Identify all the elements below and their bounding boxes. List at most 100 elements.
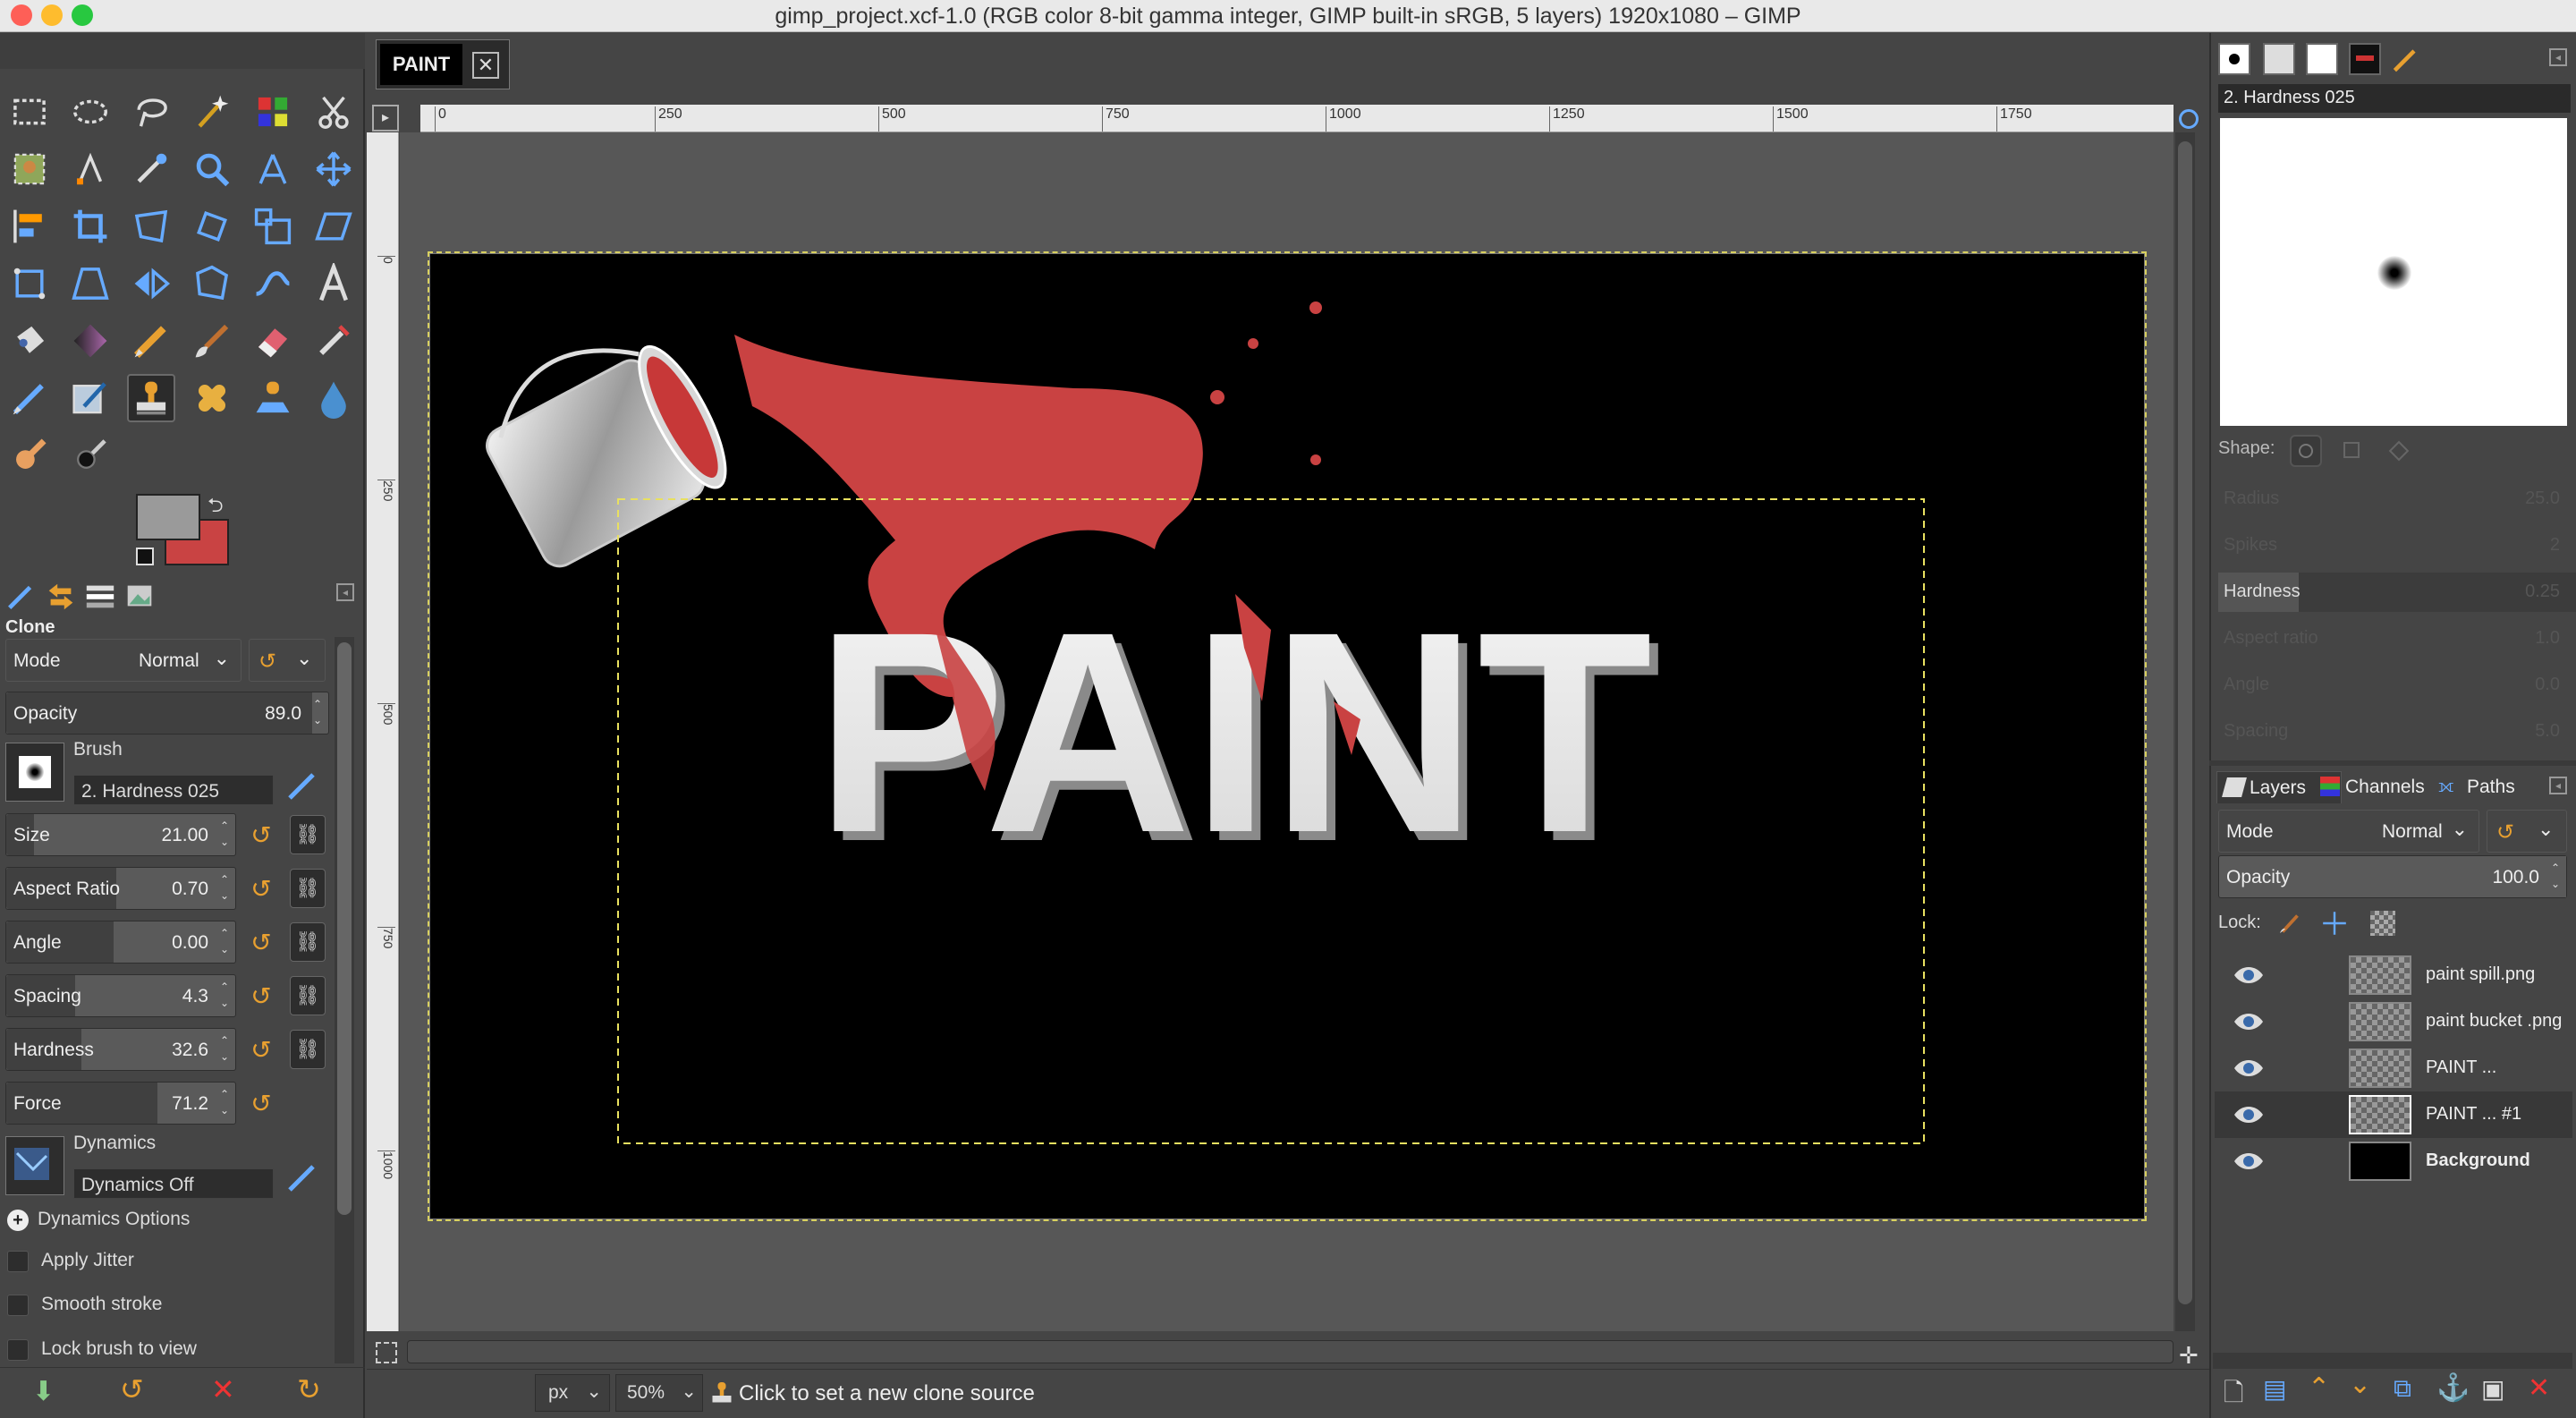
eye-icon[interactable] (2233, 1102, 2265, 1133)
layer-mode-dropdown[interactable]: Mode Normal ⌄ (2218, 810, 2479, 853)
layer-row[interactable]: PAINT ... #1 (2215, 1091, 2572, 1138)
force-reset-icon[interactable]: ↺ (243, 1085, 279, 1121)
raise-layer-icon[interactable]: ⌃ (2308, 1372, 2330, 1404)
restore-options-icon[interactable]: ↺ (120, 1372, 144, 1406)
heal-tool[interactable] (188, 374, 236, 422)
perspective-clone-tool[interactable] (249, 374, 297, 422)
ink-tool[interactable] (5, 374, 54, 422)
lock-pixels-icon[interactable] (2277, 909, 2304, 941)
tab-paint-dynamics[interactable] (2390, 43, 2422, 81)
canvas-horizontal-scrollbar[interactable] (407, 1340, 2174, 1363)
ellipse-select-tool[interactable] (66, 88, 114, 136)
dynamics-preview-button[interactable] (5, 1136, 64, 1195)
blur-tool[interactable] (309, 374, 358, 422)
mode-dropdown[interactable]: Mode Normal ⌄ (5, 639, 242, 682)
spacing-stepper[interactable]: ⌃ ⌄ (216, 979, 233, 1015)
tab-channels[interactable]: Channels (2318, 771, 2433, 803)
scale-tool[interactable] (249, 202, 297, 250)
new-layer-group-icon[interactable]: ▤ (2263, 1374, 2286, 1404)
airbrush-tool[interactable] (309, 317, 358, 365)
angle-reset-icon[interactable]: ↺ (243, 924, 279, 960)
tab-paths[interactable]: ⟗ Paths (2436, 771, 2529, 803)
quick-mask-menu-icon[interactable]: ▸ (372, 105, 399, 132)
shear-tool[interactable] (309, 202, 358, 250)
align-tool[interactable] (5, 202, 54, 250)
smudge-tool[interactable] (5, 431, 54, 480)
eye-icon[interactable] (2233, 1056, 2265, 1086)
paths-tool[interactable] (66, 145, 114, 193)
brush-name-field[interactable]: 2. Hardness 025 (73, 775, 274, 805)
aspect-ratio-reset-icon[interactable]: ↺ (243, 870, 279, 906)
rotate-tool[interactable] (188, 202, 236, 250)
angle-slider[interactable]: Angle 0.00 ⌃ ⌄ (5, 921, 236, 964)
shape-circle-button[interactable] (2290, 435, 2322, 467)
delete-options-icon[interactable]: ✕ (211, 1372, 235, 1406)
tab-tool-options[interactable] (2, 576, 41, 616)
move-tool[interactable] (309, 145, 358, 193)
hardness-link-button[interactable]: ⛓ (290, 1030, 326, 1069)
apply-jitter-checkbox[interactable] (7, 1251, 29, 1272)
dock-separator[interactable] (2209, 760, 2576, 766)
paintbrush-tool[interactable] (188, 317, 236, 365)
rect-select-tool[interactable] (5, 88, 54, 136)
navigate-icon[interactable] (376, 1342, 397, 1363)
brush-preview-button[interactable] (5, 743, 64, 802)
delete-layer-icon[interactable]: ✕ (2528, 1372, 2550, 1404)
warp-transform-tool[interactable] (249, 259, 297, 308)
mode-reset-dropdown[interactable]: ↺ ⌄ (249, 639, 326, 682)
measure-tool[interactable] (249, 145, 297, 193)
dodge-burn-tool[interactable] (66, 431, 114, 480)
lower-layer-icon[interactable]: ⌄ (2349, 1369, 2371, 1400)
hardness-slider[interactable]: Hardness 32.6 ⌃ ⌄ (5, 1028, 236, 1071)
select-by-color-tool[interactable] (249, 88, 297, 136)
unit-dropdown[interactable]: px ⌄ (535, 1374, 610, 1412)
foreground-color-swatch[interactable] (136, 494, 200, 540)
smooth-stroke-checkbox[interactable] (7, 1295, 29, 1316)
vertical-ruler[interactable]: 0 250 500 750 1000 (367, 132, 399, 1331)
tool-options-scrollbar[interactable] (335, 637, 354, 1363)
tab-fonts[interactable] (2306, 43, 2338, 75)
opacity-slider[interactable]: Opacity 89.0 ⌃ ⌄ (5, 692, 329, 734)
pencil-tool[interactable] (127, 317, 175, 365)
layer-opacity-slider[interactable]: Opacity 100.0 ⌃ ⌄ (2218, 855, 2567, 898)
layer-thumbnail[interactable] (2349, 1095, 2411, 1134)
layer-name[interactable]: PAINT ... #1 (2426, 1104, 2521, 1125)
angle-stepper[interactable]: ⌃ ⌄ (216, 925, 233, 961)
layer-row[interactable]: paint bucket .png (2215, 998, 2572, 1045)
fuzzy-select-tool[interactable] (188, 88, 236, 136)
mask-layer-icon[interactable]: ▣ (2481, 1374, 2504, 1404)
configure-tab-icon[interactable]: ◂ (336, 583, 354, 601)
size-stepper[interactable]: ⌃ ⌄ (216, 818, 233, 853)
dynamics-options-expander[interactable]: Dynamics Options (38, 1209, 190, 1230)
anchor-layer-icon[interactable]: ⚓ (2436, 1372, 2470, 1404)
layer-name[interactable]: paint bucket .png (2426, 1011, 2562, 1032)
close-image-tab-icon[interactable]: ✕ (472, 52, 499, 79)
shape-diamond-button[interactable] (2383, 435, 2415, 467)
color-picker-tool[interactable] (127, 145, 175, 193)
eye-icon[interactable] (2233, 963, 2265, 993)
bucket-fill-tool[interactable] (5, 317, 54, 365)
unified-transform-tool[interactable] (127, 202, 175, 250)
spacing-slider[interactable]: Spacing 4.3 ⌃ ⌄ (5, 974, 236, 1017)
force-stepper[interactable]: ⌃ ⌄ (216, 1086, 233, 1122)
eraser-tool[interactable] (249, 317, 297, 365)
layer-mode-reset-dropdown[interactable]: ↺ ⌄ (2487, 810, 2567, 853)
tab-device-status[interactable] (80, 576, 120, 616)
new-layer-icon[interactable]: 🗋 (2224, 1374, 2244, 1417)
eye-icon[interactable] (2233, 1149, 2265, 1179)
zoom-dropdown[interactable]: 50% ⌄ (615, 1374, 703, 1412)
clone-tool[interactable] (127, 374, 175, 422)
layer-name[interactable]: paint spill.png (2426, 964, 2535, 985)
layer-opacity-stepper[interactable]: ⌃ ⌄ (2546, 860, 2564, 896)
edit-brush-icon[interactable] (284, 768, 320, 809)
layer-thumbnail[interactable] (2349, 1049, 2411, 1088)
size-link-button[interactable]: ⛓ (290, 815, 326, 854)
size-reset-icon[interactable]: ↺ (243, 817, 279, 853)
spacing-reset-icon[interactable]: ↺ (243, 978, 279, 1014)
flip-tool[interactable] (127, 259, 175, 308)
free-select-tool[interactable] (127, 88, 175, 136)
hardness-reset-icon[interactable]: ↺ (243, 1032, 279, 1067)
layer-thumbnail[interactable] (2349, 955, 2411, 995)
eye-icon[interactable] (2233, 1009, 2265, 1040)
dynamics-name-field[interactable]: Dynamics Off (73, 1168, 274, 1199)
